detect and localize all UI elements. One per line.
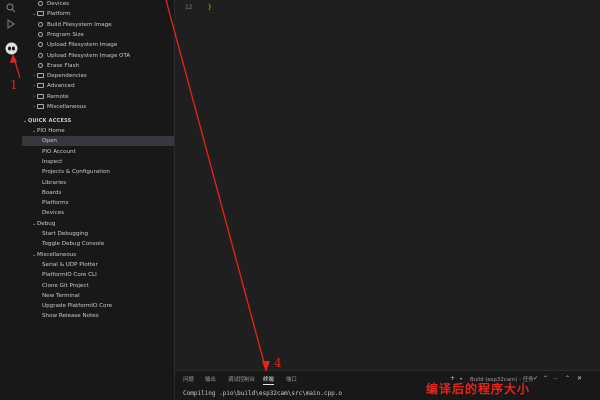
tree-item-label: Upload Filesystem Image xyxy=(47,42,118,49)
tree-item-label: New Terminal xyxy=(42,292,80,299)
close-panel-icon[interactable]: ✕ xyxy=(577,375,582,382)
tree-item-label: Miscellaneous xyxy=(37,251,77,258)
tree-item-label: Platforms xyxy=(42,200,69,207)
tree-item-label: Miscellaneous xyxy=(47,104,87,110)
panel-tab-bar: 问题 输出 调试控制台 终端 端口 + ▾ Build (esp32cam) -… xyxy=(175,370,600,387)
task-icon xyxy=(38,62,43,68)
tree-item[interactable]: Start Debugging xyxy=(22,229,174,239)
tree-item-label: Platform xyxy=(47,11,71,18)
tree-item-label: Libraries xyxy=(42,179,67,186)
tree-item-label: Upgrade PlatformIO Core xyxy=(42,303,113,310)
tree-item-label: Remote xyxy=(47,93,69,100)
tree-item-label: Show Release Notes xyxy=(42,313,99,320)
tree-item[interactable]: Clone Git Project xyxy=(22,281,174,291)
tree-item-label: Clone Git Project xyxy=(42,282,89,289)
tree-item[interactable]: › Miscellaneous xyxy=(22,102,174,112)
tree-item[interactable]: Inspect xyxy=(22,157,174,167)
tree-item[interactable]: › Advanced xyxy=(22,81,174,91)
tree-item-label: Inspect xyxy=(42,158,63,165)
task-icon xyxy=(38,1,43,6)
tree-item[interactable]: Open xyxy=(22,136,174,147)
code-line: } xyxy=(208,4,212,11)
tree-item[interactable]: Devices xyxy=(22,208,174,218)
tree-item[interactable]: PlatformIO Core CLI xyxy=(22,270,174,280)
terminal-panel[interactable]: Compiling .pio\build\esp32cam\src\main.c… xyxy=(175,386,600,400)
annotation-label-1: 1 xyxy=(10,78,18,92)
check-icon[interactable]: ✓ xyxy=(533,375,538,382)
tree-item[interactable]: ⌄ Platform xyxy=(22,9,174,19)
quick-access-header[interactable]: ⌄QUICK ACCESS xyxy=(22,116,174,126)
tree-item-label: Projects & Configuration xyxy=(42,169,110,176)
platformio-sidebar: Devices ⌄ Platform Build Filesystem Image Pr… xyxy=(22,0,175,400)
folder-icon xyxy=(37,93,44,99)
tree-item[interactable]: Toggle Debug Console xyxy=(22,239,174,249)
tree-item-label: Upload Filesystem Image OTA xyxy=(47,52,131,59)
tree-item-label: PIO Home xyxy=(37,128,65,134)
tree-item[interactable]: Upload Filesystem Image xyxy=(22,40,174,50)
tree-item[interactable]: ⌄Debug xyxy=(22,219,174,229)
tree-item[interactable]: Libraries xyxy=(22,178,174,188)
task-icon xyxy=(38,31,43,37)
tree-item-label: Start Debugging xyxy=(42,231,89,237)
annotation-label-4: 4 xyxy=(274,356,282,370)
folder-icon xyxy=(37,104,44,109)
tab-debug-console[interactable]: 调试控制台 xyxy=(228,375,255,383)
tree-item[interactable]: Upload Filesystem Image OTA xyxy=(22,51,174,61)
tree-item-label: Boards xyxy=(42,189,62,196)
task-icon xyxy=(38,42,43,48)
tree-item-label: PlatformIO Core CLI xyxy=(42,272,97,279)
run-debug-icon[interactable] xyxy=(3,16,19,32)
tree-item-label: Serial & UDP Plotter xyxy=(42,261,98,268)
folder-icon xyxy=(37,11,44,17)
tab-output[interactable]: 输出 xyxy=(205,375,216,383)
tree-item[interactable]: Projects & Configuration xyxy=(22,167,174,177)
activity-bar xyxy=(0,0,23,400)
tree-item-label: Build Filesystem Image xyxy=(47,21,112,28)
tree-item[interactable]: › Dependencies xyxy=(22,71,174,81)
tab-problems[interactable]: 问题 xyxy=(183,375,194,383)
annotation-caption: 编译后的程序大小 xyxy=(426,382,531,396)
tree-item-label: Dependencies xyxy=(47,73,87,80)
line-number: 12 xyxy=(185,4,193,11)
tree-item[interactable]: Program Size xyxy=(22,30,174,40)
task-icon xyxy=(38,21,43,27)
more-icon[interactable]: ··· xyxy=(553,376,558,382)
tree-item[interactable]: Erase Flash xyxy=(22,61,174,71)
tree-item[interactable]: Build Filesystem Image xyxy=(22,20,174,30)
tree-item-label: Erase Flash xyxy=(47,62,80,69)
tree-item[interactable]: ⌄Miscellaneous xyxy=(22,250,174,260)
tree-item-label: Devices xyxy=(42,210,65,217)
maximize-icon[interactable]: ⌃ xyxy=(543,375,548,382)
tree-item[interactable]: › Remote xyxy=(22,92,174,102)
tree-item-label: Toggle Debug Console xyxy=(42,241,105,248)
tree-item[interactable]: ⌄PIO Home xyxy=(22,126,174,136)
tree-item[interactable]: Show Release Notes xyxy=(22,311,174,321)
tree-item[interactable]: Upgrade PlatformIO Core xyxy=(22,301,174,311)
tree-item[interactable]: New Terminal xyxy=(22,291,174,301)
tab-ports[interactable]: 端口 xyxy=(286,375,297,383)
tree-item[interactable]: Boards xyxy=(22,188,174,198)
tree-item[interactable]: Devices xyxy=(22,0,174,9)
search-icon[interactable] xyxy=(3,0,19,16)
tree-item-label: Debug xyxy=(37,220,56,227)
platformio-alien-icon[interactable] xyxy=(3,40,19,56)
tree-item-label: Devices xyxy=(47,1,70,7)
tree-item-label: Advanced xyxy=(47,83,75,90)
folder-icon xyxy=(37,73,44,79)
tree-item-label: Program Size xyxy=(47,31,84,38)
tree-item[interactable]: Serial & UDP Plotter xyxy=(22,260,174,270)
folder-icon xyxy=(37,83,44,89)
tree-item[interactable]: PIO Account xyxy=(22,147,174,157)
editor-area[interactable]: 12 } xyxy=(175,0,600,370)
tree-item[interactable]: Platforms xyxy=(22,198,174,208)
task-icon xyxy=(38,52,43,58)
terminal-output-line: Compiling .pio\build\esp32cam\src\main.c… xyxy=(183,390,342,397)
tree-item-label: Open xyxy=(42,138,57,145)
collapse-panel-icon[interactable]: ⌃ xyxy=(565,375,570,382)
tree-item-label: PIO Account xyxy=(42,148,76,155)
tab-terminal[interactable]: 终端 xyxy=(263,375,274,385)
